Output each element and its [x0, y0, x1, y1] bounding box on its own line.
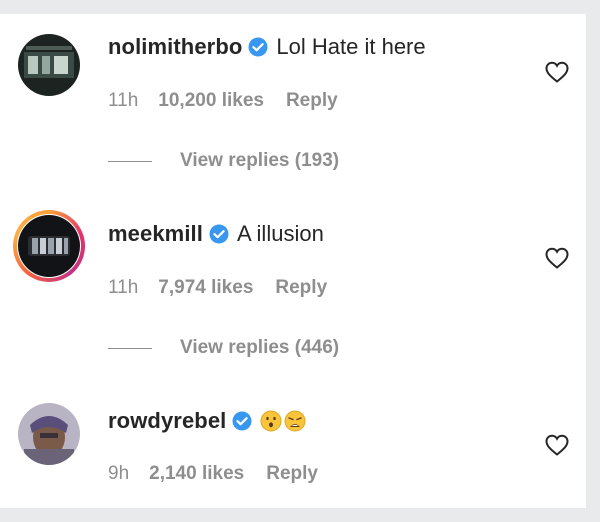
comment-text: Lol Hate it here: [276, 34, 426, 59]
username[interactable]: rowdyrebel: [108, 408, 226, 434]
likes-count[interactable]: 2,140 likes: [149, 463, 244, 485]
username[interactable]: nolimitherbo: [108, 34, 242, 60]
comment-time: 11h: [108, 277, 139, 298]
comment-body: rowdyrebel: [108, 408, 308, 434]
comment-time: 9h: [108, 463, 130, 484]
view-replies-button[interactable]: View replies (446): [108, 337, 339, 359]
comment-time: 11h: [108, 90, 139, 111]
view-replies-label: View replies (193): [180, 150, 340, 171]
comment-body: nolimitherbo Lol Hate it here: [108, 34, 426, 60]
reply-button[interactable]: Reply: [286, 90, 338, 112]
avatar[interactable]: [18, 403, 80, 465]
hushed-face-emoji-icon: [260, 410, 282, 432]
verified-badge-icon: [232, 411, 252, 431]
view-replies-label: View replies (446): [180, 337, 340, 358]
comment-meta: 11h 10,200 likes Reply: [108, 90, 338, 112]
comment-text: A illusion: [236, 221, 324, 246]
reply-button[interactable]: Reply: [275, 277, 327, 299]
weary-face-emoji-icon: [284, 410, 306, 432]
avatar[interactable]: [18, 34, 80, 96]
username[interactable]: meekmill: [108, 221, 203, 247]
like-heart-icon[interactable]: [544, 433, 570, 457]
like-heart-icon[interactable]: [544, 246, 570, 270]
likes-count[interactable]: 7,974 likes: [158, 277, 253, 299]
reply-button[interactable]: Reply: [266, 463, 318, 485]
avatar[interactable]: [18, 215, 80, 277]
comment-body: meekmill A illusion: [108, 221, 324, 247]
likes-count[interactable]: 10,200 likes: [158, 90, 264, 112]
replies-divider: [108, 347, 152, 349]
comment-meta: 9h 2,140 likes Reply: [108, 463, 318, 485]
comment-meta: 11h 7,974 likes Reply: [108, 277, 327, 299]
view-replies-button[interactable]: View replies (193): [108, 150, 339, 172]
replies-divider: [108, 160, 152, 162]
comments-panel: nolimitherbo Lol Hate it here 11h 10,200…: [0, 14, 586, 508]
like-heart-icon[interactable]: [544, 60, 570, 84]
verified-badge-icon: [209, 224, 229, 244]
verified-badge-icon: [248, 37, 268, 57]
